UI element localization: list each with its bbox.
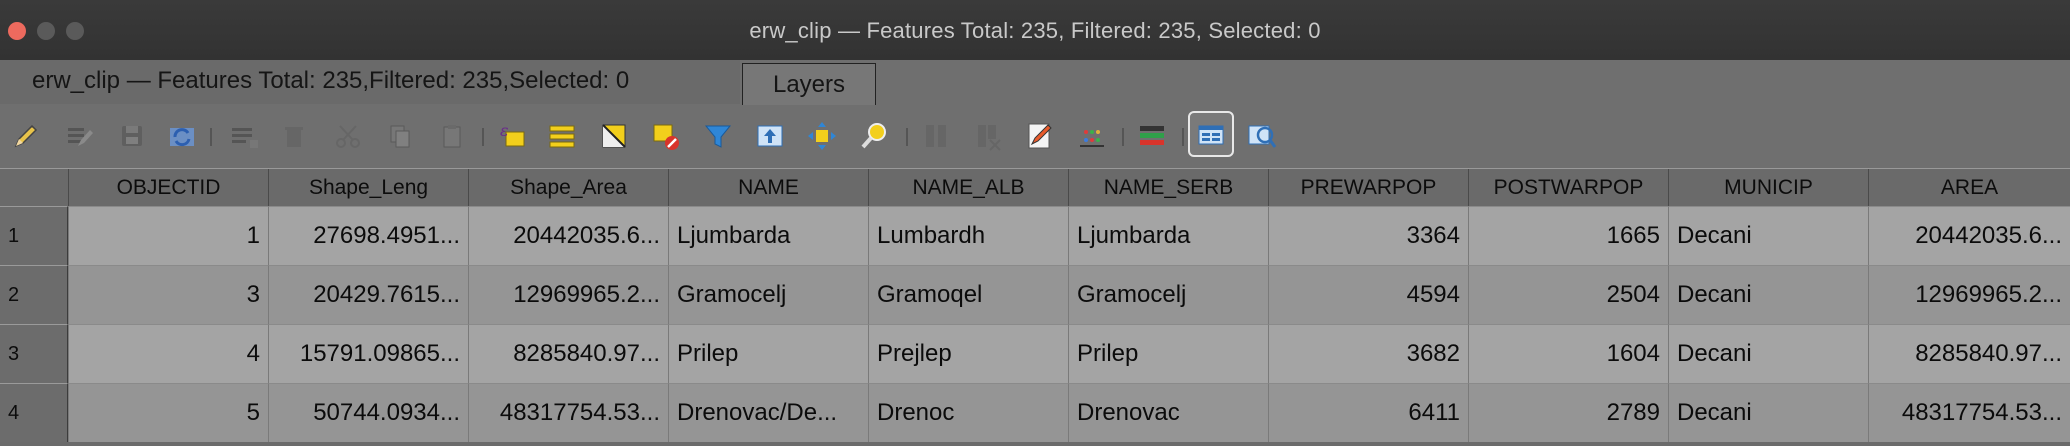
- table-cell[interactable]: 4: [68, 324, 268, 383]
- table-cell[interactable]: Ljumbarda: [668, 206, 868, 265]
- table-cell[interactable]: 48317754.53...: [1868, 383, 2070, 442]
- attribute-table: OBJECTID Shape_Leng Shape_Area NAME NAME…: [0, 168, 2070, 446]
- table-cell[interactable]: Drenovac/De...: [668, 383, 868, 442]
- table-cell[interactable]: 3: [68, 265, 268, 324]
- add-feature-icon[interactable]: [226, 118, 262, 154]
- table-cell[interactable]: Decani: [1668, 206, 1868, 265]
- select-by-expression-icon[interactable]: ε: [494, 118, 530, 154]
- table-cell[interactable]: Prilep: [668, 324, 868, 383]
- table-cell[interactable]: 12969965.2...: [468, 265, 668, 324]
- attribute-table-toolbar: ε: [0, 108, 2070, 164]
- pencil-edit-icon[interactable]: [8, 118, 44, 154]
- table-cell[interactable]: 20429.7615...: [268, 265, 468, 324]
- column-header[interactable]: Shape_Area: [468, 169, 668, 207]
- tab-layers[interactable]: Layers: [742, 63, 876, 105]
- column-header[interactable]: NAME_SERB: [1068, 169, 1268, 207]
- tab-attribute-table[interactable]: erw_clip — Features Total: 235,Filtered:…: [0, 60, 740, 104]
- table-cell[interactable]: Decani: [1668, 324, 1868, 383]
- table-cell[interactable]: 20442035.6...: [1868, 206, 2070, 265]
- dock-table-icon[interactable]: [1188, 111, 1234, 157]
- move-selection-to-top-icon[interactable]: [752, 118, 788, 154]
- row-header[interactable]: 2: [0, 265, 68, 324]
- table-cell[interactable]: Gramoqel: [868, 265, 1068, 324]
- table-cell[interactable]: 2504: [1468, 265, 1668, 324]
- delete-feature-icon[interactable]: [276, 118, 312, 154]
- table-corner-button[interactable]: [0, 169, 68, 207]
- delete-field-icon[interactable]: [970, 118, 1006, 154]
- column-header[interactable]: NAME: [668, 169, 868, 207]
- paste-icon[interactable]: [434, 118, 470, 154]
- table-cell[interactable]: Lumbardh: [868, 206, 1068, 265]
- table-row[interactable]: 3 4 15791.09865... 8285840.97... Prilep …: [0, 324, 2070, 383]
- table-cell[interactable]: Decani: [1668, 383, 1868, 442]
- table-cell[interactable]: Prejlep: [868, 324, 1068, 383]
- save-edits-icon[interactable]: [114, 118, 150, 154]
- reload-icon[interactable]: [164, 118, 200, 154]
- row-header[interactable]: 1: [0, 206, 68, 265]
- table-cell[interactable]: 6411: [1268, 383, 1468, 442]
- deselect-all-icon[interactable]: [648, 118, 684, 154]
- column-header[interactable]: POSTWARPOP: [1468, 169, 1668, 207]
- table-cell[interactable]: 5: [68, 383, 268, 442]
- table-cell[interactable]: 8285840.97...: [468, 324, 668, 383]
- window-title: erw_clip — Features Total: 235, Filtered…: [749, 18, 1321, 43]
- table-row[interactable]: 4 5 50744.0934... 48317754.53... Drenova…: [0, 383, 2070, 442]
- column-header[interactable]: AREA: [1868, 169, 2070, 207]
- table-cell[interactable]: 48317754.53...: [468, 383, 668, 442]
- pan-to-selection-icon[interactable]: [804, 118, 840, 154]
- table-row[interactable]: 2 3 20429.7615... 12969965.2... Gramocel…: [0, 265, 2070, 324]
- column-header[interactable]: MUNICIP: [1668, 169, 1868, 207]
- row-header[interactable]: 3: [0, 324, 68, 383]
- row-header[interactable]: 4: [0, 383, 68, 442]
- conditional-formatting-icon[interactable]: [1074, 118, 1110, 154]
- table-cell[interactable]: 2789: [1468, 383, 1668, 442]
- table-cell[interactable]: 4594: [1268, 265, 1468, 324]
- table-cell[interactable]: 8285840.97...: [1868, 324, 2070, 383]
- table-header-row: OBJECTID Shape_Leng Shape_Area NAME NAME…: [0, 168, 2070, 208]
- select-all-icon[interactable]: [544, 118, 580, 154]
- table-cell[interactable]: 1: [68, 206, 268, 265]
- column-header[interactable]: OBJECTID: [68, 169, 268, 207]
- invert-selection-icon[interactable]: [596, 118, 632, 154]
- table-cell[interactable]: 15791.09865...: [268, 324, 468, 383]
- column-header[interactable]: NAME_ALB: [868, 169, 1068, 207]
- actions-icon[interactable]: [1134, 118, 1170, 154]
- table-row[interactable]: 1 1 27698.4951... 20442035.6... Ljumbard…: [0, 206, 2070, 265]
- table-cell[interactable]: 1604: [1468, 324, 1668, 383]
- table-cell[interactable]: 12969965.2...: [1868, 265, 2070, 324]
- filter-icon[interactable]: [700, 118, 736, 154]
- zoom-to-selection-icon[interactable]: [856, 118, 892, 154]
- table-cell[interactable]: 1665: [1468, 206, 1668, 265]
- table-cell[interactable]: 50744.0934...: [268, 383, 468, 442]
- new-field-icon[interactable]: [918, 118, 954, 154]
- table-cell[interactable]: 3682: [1268, 324, 1468, 383]
- table-cell[interactable]: Ljumbarda: [1068, 206, 1268, 265]
- dock-tab-bar: erw_clip — Features Total: 235,Filtered:…: [0, 60, 2070, 105]
- table-cell[interactable]: 20442035.6...: [468, 206, 668, 265]
- table-cell[interactable]: Drenovac: [1068, 383, 1268, 442]
- form-view-icon[interactable]: [1244, 118, 1280, 154]
- cut-icon[interactable]: [330, 118, 366, 154]
- copy-icon[interactable]: [382, 118, 418, 154]
- column-header[interactable]: PREWARPOP: [1268, 169, 1468, 207]
- table-cell[interactable]: Drenoc: [868, 383, 1068, 442]
- table-cell[interactable]: Gramocelj: [668, 265, 868, 324]
- table-cell[interactable]: 27698.4951...: [268, 206, 468, 265]
- window-title-bar: erw_clip — Features Total: 235, Filtered…: [0, 0, 2070, 61]
- svg-text:ε: ε: [500, 121, 509, 140]
- multi-edit-icon[interactable]: [62, 118, 98, 154]
- table-cell[interactable]: Gramocelj: [1068, 265, 1268, 324]
- column-header[interactable]: Shape_Leng: [268, 169, 468, 207]
- table-cell[interactable]: 3364: [1268, 206, 1468, 265]
- table-cell[interactable]: Decani: [1668, 265, 1868, 324]
- field-calculator-icon[interactable]: [1022, 118, 1058, 154]
- table-cell[interactable]: Prilep: [1068, 324, 1268, 383]
